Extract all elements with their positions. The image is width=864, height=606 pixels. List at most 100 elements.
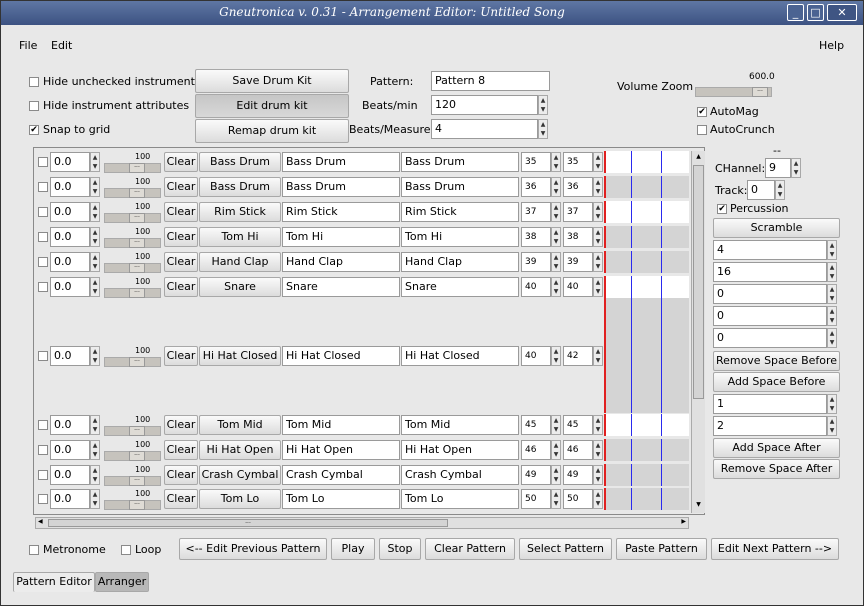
instrument-name-input[interactable]: Bass Drum <box>282 177 400 197</box>
instrument-name-input[interactable]: Tom Lo <box>282 489 400 509</box>
instrument-enable-checkbox[interactable] <box>38 445 48 455</box>
instrument-level-slider[interactable]: ··· <box>104 238 161 248</box>
instrument-map-stepper[interactable]: ▲ ▼ <box>593 465 603 485</box>
instrument-note-input[interactable]: 40 <box>521 277 551 297</box>
instrument-map-input[interactable]: 40 <box>563 277 593 297</box>
space-amount-input[interactable]: 1 <box>713 394 827 414</box>
instrument-note-input[interactable]: 46 <box>521 440 551 460</box>
edit-drum-kit-button[interactable]: Edit drum kit <box>195 94 349 118</box>
instrument-map-stepper[interactable]: ▲ ▼ <box>593 489 603 509</box>
instrument-name-button[interactable]: Hi Hat Closed <box>199 346 281 366</box>
instrument-name-button[interactable]: Bass Drum <box>199 177 281 197</box>
instrument-level-slider[interactable]: ··· <box>104 451 161 461</box>
add-space-after-button[interactable]: Add Space After <box>713 438 840 458</box>
instrument-enable-checkbox[interactable] <box>38 494 48 504</box>
automag-checkbox[interactable]: ✔ <box>697 107 707 117</box>
instrument-enable-checkbox[interactable] <box>38 282 48 292</box>
instrument-volume-input[interactable]: 0.0 <box>50 227 90 247</box>
beats-per-min-input[interactable]: 120 <box>431 95 538 115</box>
instrument-level-slider[interactable]: ··· <box>104 263 161 273</box>
instrument-name-button[interactable]: Crash Cymbal <box>199 465 281 485</box>
vertical-scrollbar[interactable]: ▲ ▼ <box>691 151 705 513</box>
instrument-volume-input[interactable]: 0.0 <box>50 415 90 435</box>
instrument-note-input[interactable]: 39 <box>521 252 551 272</box>
pattern-canvas[interactable] <box>604 276 689 298</box>
instrument-enable-checkbox[interactable] <box>38 257 48 267</box>
spacing-value-stepper[interactable]: ▲ ▼ <box>827 284 837 304</box>
instrument-type-input[interactable]: Rim Stick <box>401 202 519 222</box>
instrument-map-input[interactable]: 37 <box>563 202 593 222</box>
scroll-right-icon[interactable]: ▶ <box>681 518 686 525</box>
pattern-canvas[interactable] <box>604 298 689 413</box>
vertical-scroll-thumb[interactable] <box>693 165 704 399</box>
instrument-volume-stepper[interactable]: ▲ ▼ <box>90 415 100 435</box>
instrument-note-stepper[interactable]: ▲ ▼ <box>551 440 561 460</box>
remove-space-before-button[interactable]: Remove Space Before <box>713 351 840 371</box>
instrument-note-input[interactable]: 35 <box>521 152 551 172</box>
pattern-canvas[interactable] <box>604 488 689 510</box>
instrument-map-stepper[interactable]: ▲ ▼ <box>593 227 603 247</box>
instrument-volume-stepper[interactable]: ▲ ▼ <box>90 465 100 485</box>
instrument-note-stepper[interactable]: ▲ ▼ <box>551 152 561 172</box>
pattern-canvas[interactable] <box>604 414 689 436</box>
maximize-icon[interactable]: □ <box>807 4 824 21</box>
spacing-value-stepper[interactable]: ▲ ▼ <box>827 328 837 348</box>
instrument-clear-button[interactable]: Clear <box>164 489 198 509</box>
pattern-canvas[interactable] <box>604 151 689 173</box>
instrument-name-button[interactable]: Hand Clap <box>199 252 281 272</box>
instrument-map-input[interactable]: 49 <box>563 465 593 485</box>
snap-to-grid-checkbox[interactable]: ✔ <box>29 125 39 135</box>
instrument-note-input[interactable]: 40 <box>521 346 551 366</box>
instrument-name-button[interactable]: Bass Drum <box>199 152 281 172</box>
spacing-value-input[interactable]: 0 <box>713 328 827 348</box>
instrument-clear-button[interactable]: Clear <box>164 177 198 197</box>
instrument-type-input[interactable]: Bass Drum <box>401 152 519 172</box>
instrument-name-input[interactable]: Rim Stick <box>282 202 400 222</box>
scroll-up-icon[interactable]: ▲ <box>694 153 703 163</box>
pattern-canvas[interactable] <box>604 176 689 198</box>
spacing-value-stepper[interactable]: ▲ ▼ <box>827 262 837 282</box>
instrument-name-button[interactable]: Tom Mid <box>199 415 281 435</box>
instrument-note-input[interactable]: 36 <box>521 177 551 197</box>
instrument-note-stepper[interactable]: ▲ ▼ <box>551 177 561 197</box>
instrument-name-input[interactable]: Tom Hi <box>282 227 400 247</box>
pattern-canvas[interactable] <box>604 439 689 461</box>
instrument-note-input[interactable]: 38 <box>521 227 551 247</box>
stop-button[interactable]: Stop <box>379 538 421 560</box>
instrument-enable-checkbox[interactable] <box>38 182 48 192</box>
instrument-name-button[interactable]: Tom Hi <box>199 227 281 247</box>
instrument-enable-checkbox[interactable] <box>38 351 48 361</box>
instrument-note-stepper[interactable]: ▲ ▼ <box>551 465 561 485</box>
instrument-clear-button[interactable]: Clear <box>164 202 198 222</box>
instrument-name-button[interactable]: Rim Stick <box>199 202 281 222</box>
instrument-enable-checkbox[interactable] <box>38 157 48 167</box>
instrument-note-input[interactable]: 45 <box>521 415 551 435</box>
spacing-value-input[interactable]: 0 <box>713 306 827 326</box>
metronome-checkbox[interactable] <box>29 545 39 555</box>
select-pattern-button[interactable]: Select Pattern <box>519 538 612 560</box>
instrument-volume-stepper[interactable]: ▲ ▼ <box>90 177 100 197</box>
hide-unchecked-checkbox[interactable] <box>29 77 39 87</box>
instrument-clear-button[interactable]: Clear <box>164 346 198 366</box>
track-stepper[interactable]: ▲ ▼ <box>775 180 785 200</box>
instrument-level-slider[interactable]: ··· <box>104 213 161 223</box>
instrument-map-input[interactable]: 50 <box>563 489 593 509</box>
instrument-enable-checkbox[interactable] <box>38 207 48 217</box>
instrument-type-input[interactable]: Snare <box>401 277 519 297</box>
instrument-volume-stepper[interactable]: ▲ ▼ <box>90 489 100 509</box>
instrument-enable-checkbox[interactable] <box>38 232 48 242</box>
horizontal-scroll-thumb[interactable]: ... <box>48 519 448 527</box>
instrument-level-slider[interactable]: ··· <box>104 357 161 367</box>
instrument-clear-button[interactable]: Clear <box>164 465 198 485</box>
instrument-type-input[interactable]: Bass Drum <box>401 177 519 197</box>
instrument-name-input[interactable]: Bass Drum <box>282 152 400 172</box>
instrument-note-input[interactable]: 37 <box>521 202 551 222</box>
instrument-type-input[interactable]: Tom Mid <box>401 415 519 435</box>
instrument-level-slider[interactable]: ··· <box>104 500 161 510</box>
autocrunch-checkbox[interactable] <box>697 125 707 135</box>
instrument-type-input[interactable]: Hi Hat Closed <box>401 346 519 366</box>
pattern-canvas[interactable] <box>604 464 689 486</box>
space-amount-input[interactable]: 2 <box>713 416 827 436</box>
instrument-enable-checkbox[interactable] <box>38 470 48 480</box>
instrument-volume-stepper[interactable]: ▲ ▼ <box>90 202 100 222</box>
